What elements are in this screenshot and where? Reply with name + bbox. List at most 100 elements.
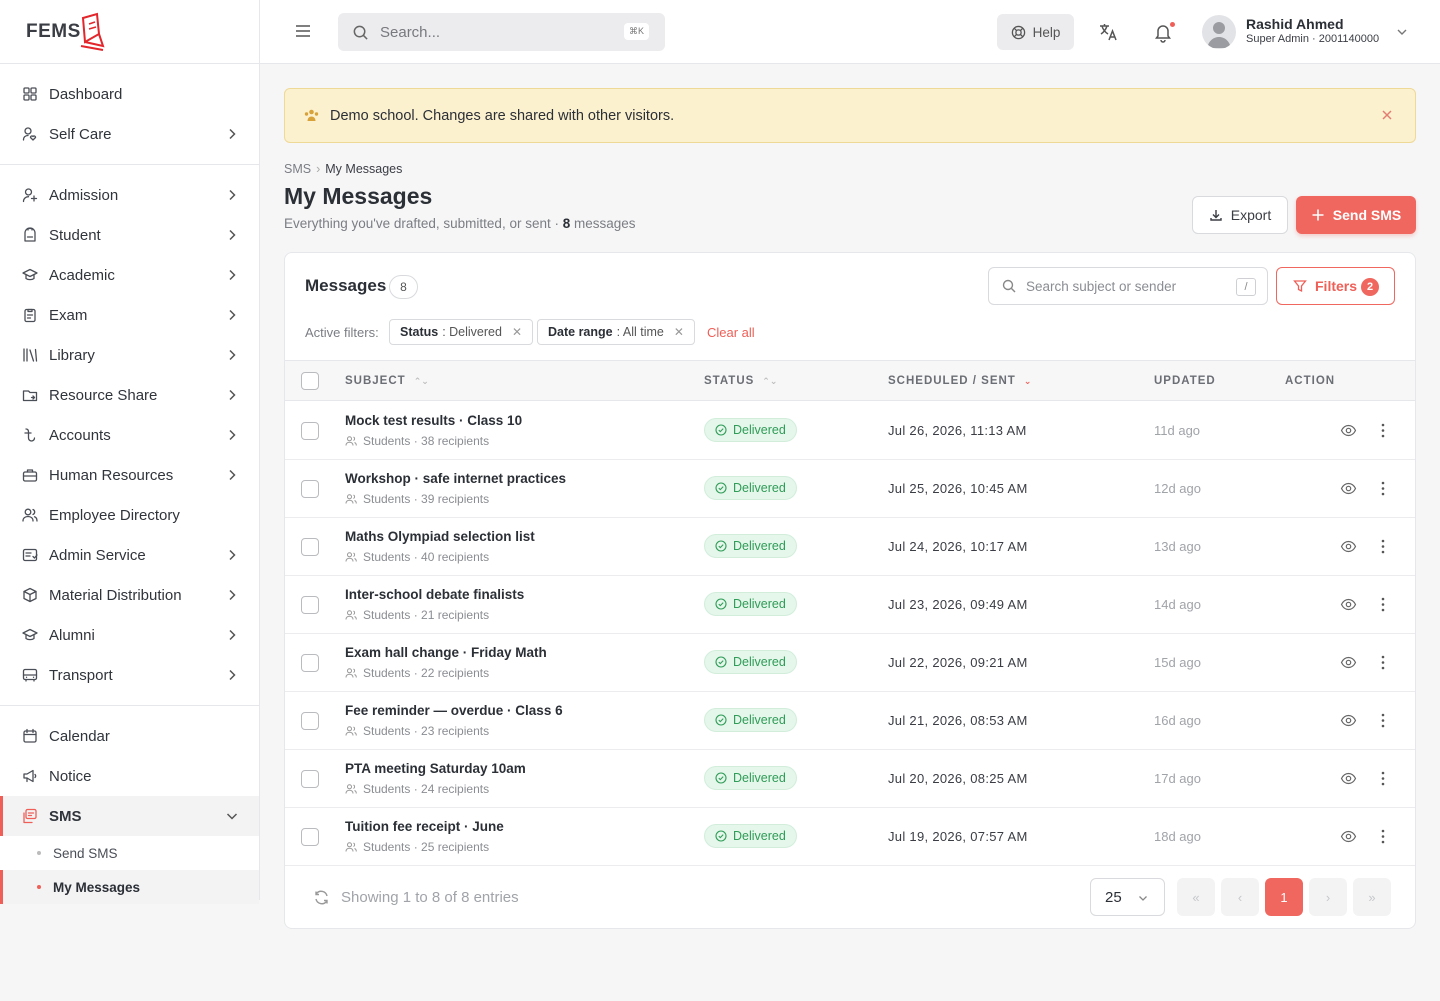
breadcrumb-parent[interactable]: SMS — [284, 162, 311, 176]
table-row[interactable]: Maths Olympiad selection list Students · … — [285, 518, 1415, 576]
send-sms-button[interactable]: Send SMS — [1296, 196, 1416, 234]
users-icon — [345, 784, 357, 794]
column-scheduled[interactable]: SCHEDULED / SENT ⌄ — [888, 375, 1031, 387]
export-button[interactable]: Export — [1192, 196, 1288, 234]
status-badge: Delivered — [704, 534, 797, 558]
row-checkbox[interactable] — [301, 538, 319, 556]
row-checkbox[interactable] — [301, 422, 319, 440]
more-options-icon[interactable] — [1376, 770, 1390, 787]
sidebar-item-transport[interactable]: Transport — [0, 655, 259, 695]
message-subject[interactable]: Exam hall change · Friday Math — [345, 645, 547, 660]
sidebar-item-human-resources[interactable]: Human Resources — [0, 455, 259, 495]
sidebar-item-dashboard[interactable]: Dashboard — [0, 74, 259, 114]
sidebar-item-alumni[interactable]: Alumni — [0, 615, 259, 655]
message-subject[interactable]: Inter-school debate finalists — [345, 587, 524, 602]
more-options-icon[interactable] — [1376, 538, 1390, 555]
row-checkbox[interactable] — [301, 770, 319, 788]
prev-page-button[interactable]: ‹ — [1221, 878, 1259, 916]
row-checkbox[interactable] — [301, 480, 319, 498]
more-options-icon[interactable] — [1376, 596, 1390, 613]
table-row[interactable]: Fee reminder — overdue · Class 6 Students… — [285, 692, 1415, 750]
table-row[interactable]: Exam hall change · Friday Math Students ·… — [285, 634, 1415, 692]
sidebar-item-sms[interactable]: SMS — [0, 796, 259, 836]
table-row[interactable]: Inter-school debate finalists Students · … — [285, 576, 1415, 634]
sidebar-item-accounts[interactable]: Accounts — [0, 415, 259, 455]
table-row[interactable]: PTA meeting Saturday 10am Students · 24 r… — [285, 750, 1415, 808]
chip-remove-icon[interactable]: ✕ — [512, 325, 522, 339]
close-icon[interactable] — [1381, 109, 1393, 121]
sidebar-item-notice[interactable]: Notice — [0, 756, 259, 796]
chip-remove-icon[interactable]: ✕ — [674, 325, 684, 339]
sidebar-item-resource-share[interactable]: Resource Share — [0, 375, 259, 415]
menu-icon[interactable] — [294, 22, 312, 40]
message-subject[interactable]: Maths Olympiad selection list — [345, 529, 535, 544]
next-page-button[interactable]: › — [1309, 878, 1347, 916]
table-row[interactable]: Mock test results · Class 10 Students · 3… — [285, 402, 1415, 460]
view-eye-icon[interactable] — [1340, 654, 1357, 671]
select-all-checkbox[interactable] — [301, 372, 319, 390]
view-eye-icon[interactable] — [1340, 770, 1357, 787]
brand-logo[interactable]: FEMS — [0, 0, 259, 64]
page-size-select[interactable]: 25 — [1090, 878, 1165, 916]
view-eye-icon[interactable] — [1340, 712, 1357, 729]
last-page-button[interactable]: » — [1353, 878, 1391, 916]
megaphone-icon — [22, 768, 38, 784]
filter-chip-date-range[interactable]: Date range: All time ✕ — [537, 319, 695, 345]
column-subject[interactable]: SUBJECT ⌃⌄ — [345, 375, 429, 387]
sidebar-subitem-send-sms[interactable]: Send SMS — [0, 836, 259, 870]
first-page-button[interactable]: « — [1177, 878, 1215, 916]
refresh-icon[interactable] — [313, 889, 330, 906]
message-subject[interactable]: Tuition fee receipt · June — [345, 819, 504, 834]
avatar[interactable] — [1202, 15, 1236, 49]
page-button-current[interactable]: 1 — [1265, 878, 1303, 916]
more-options-icon[interactable] — [1376, 712, 1390, 729]
global-search-input[interactable]: Search... ⌘K — [338, 13, 665, 51]
check-circle-icon — [715, 772, 727, 784]
chevron-right-icon — [225, 348, 239, 362]
view-eye-icon[interactable] — [1340, 596, 1357, 613]
subject-search-input[interactable]: Search subject or sender / — [988, 267, 1268, 305]
graduation-cap-icon — [22, 627, 38, 643]
users-icon — [345, 494, 357, 504]
view-eye-icon[interactable] — [1340, 828, 1357, 845]
subtitle-suffix: messages — [570, 216, 636, 231]
more-options-icon[interactable] — [1376, 654, 1390, 671]
table-row[interactable]: Tuition fee receipt · June Students · 25 … — [285, 808, 1415, 866]
sidebar-item-library[interactable]: Library — [0, 335, 259, 375]
message-subject[interactable]: Workshop · safe internet practices — [345, 471, 566, 486]
column-status[interactable]: STATUS ⌃⌄ — [704, 375, 777, 387]
row-checkbox[interactable] — [301, 654, 319, 672]
sidebar-subitem-my-messages[interactable]: My Messages — [0, 870, 259, 904]
row-checkbox[interactable] — [301, 596, 319, 614]
row-checkbox[interactable] — [301, 712, 319, 730]
sidebar-item-employee-directory[interactable]: Employee Directory — [0, 495, 259, 535]
message-subject[interactable]: Fee reminder — overdue · Class 6 — [345, 703, 563, 718]
view-eye-icon[interactable] — [1340, 422, 1357, 439]
view-eye-icon[interactable] — [1340, 480, 1357, 497]
clear-all-filters-link[interactable]: Clear all — [707, 325, 755, 340]
sidebar-item-admin-service[interactable]: Admin Service — [0, 535, 259, 575]
sidebar-item-self-care[interactable]: Self Care — [0, 114, 259, 154]
more-options-icon[interactable] — [1376, 480, 1390, 497]
filters-button[interactable]: Filters 2 — [1276, 267, 1395, 305]
translate-icon[interactable] — [1097, 21, 1119, 43]
more-options-icon[interactable] — [1376, 828, 1390, 845]
view-eye-icon[interactable] — [1340, 538, 1357, 555]
chevron-down-icon[interactable] — [1396, 26, 1408, 38]
message-subject[interactable]: PTA meeting Saturday 10am — [345, 761, 526, 776]
message-subject[interactable]: Mock test results · Class 10 — [345, 413, 522, 428]
message-recipients: Students · 40 recipients — [363, 550, 490, 564]
table-row[interactable]: Workshop · safe internet practices Studen… — [285, 460, 1415, 518]
message-recipients: Students · 38 recipients — [363, 434, 490, 448]
help-button[interactable]: Help — [997, 14, 1074, 50]
sidebar-item-admission[interactable]: Admission — [0, 175, 259, 215]
sidebar-item-exam[interactable]: Exam — [0, 295, 259, 335]
sidebar-item-calendar[interactable]: Calendar — [0, 716, 259, 756]
sidebar-item-student[interactable]: Student — [0, 215, 259, 255]
sidebar-item-material-distribution[interactable]: Material Distribution — [0, 575, 259, 615]
filter-chip-status[interactable]: Status: Delivered ✕ — [389, 319, 534, 345]
breadcrumb: SMS › My Messages — [284, 162, 402, 176]
sidebar-item-academic[interactable]: Academic — [0, 255, 259, 295]
row-checkbox[interactable] — [301, 828, 319, 846]
more-options-icon[interactable] — [1376, 422, 1390, 439]
